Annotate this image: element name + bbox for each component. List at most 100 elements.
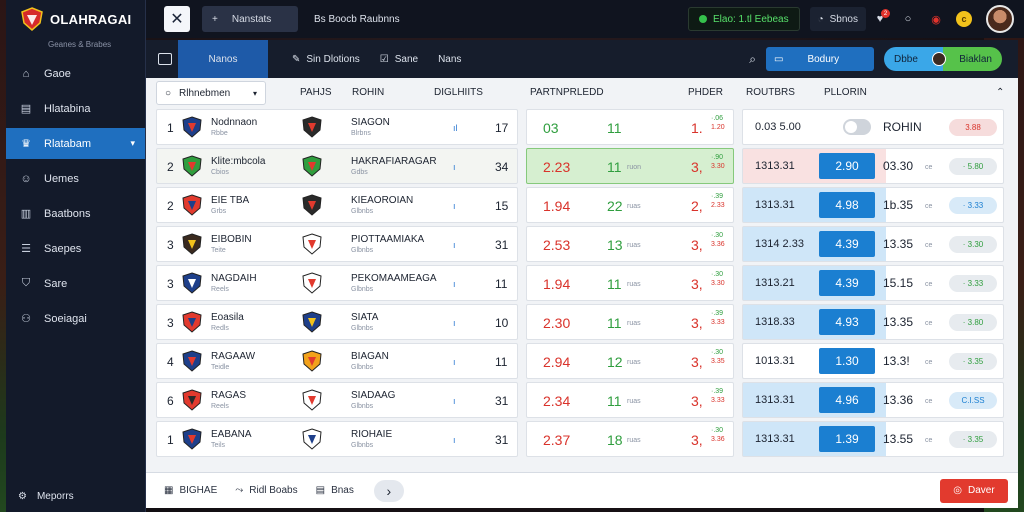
- sidebar-item[interactable]: ▥ Baatbons: [6, 198, 145, 229]
- footer-item-2[interactable]: ⤳ Ridl Boabs: [235, 485, 297, 496]
- result-cell[interactable]: 1313.31 4.96 13.36 ce C.I.SS: [742, 382, 1004, 418]
- table-row[interactable]: 2 Klite:mbcola Cbios HAKRAFIARAGAR Gdbs …: [146, 147, 1018, 186]
- score-value: 1314 2.33: [755, 238, 804, 250]
- match-cell[interactable]: 1 Nodnnaon Rbbe SIAGON Blrbns ıl 17: [156, 109, 518, 145]
- match-cell[interactable]: 6 RAGAS Reels SIADAAG Glbnbs ı 31: [156, 382, 518, 418]
- odds-away-down: 3.33: [711, 397, 725, 404]
- result-cell[interactable]: 1313.31 1.39 13.55 ce · 3.35: [742, 421, 1004, 457]
- tab-nans[interactable]: Nans: [428, 40, 471, 78]
- sidebar-item[interactable]: ⛉ Sare: [6, 268, 145, 299]
- status-badge[interactable]: · 3.35: [949, 353, 997, 370]
- toggle-switch[interactable]: [843, 119, 871, 135]
- column-header[interactable]: ROHIN: [352, 87, 384, 98]
- column-header[interactable]: ROUTBRS: [746, 87, 795, 98]
- sidebar-item[interactable]: ▤ Hlatabina: [6, 93, 145, 124]
- sidebar-item[interactable]: ☺ Uemes: [6, 163, 145, 194]
- table-row[interactable]: 3 EIBOBIN Teite PIOTTAAMIAKA Glbnbs ı 31…: [146, 225, 1018, 264]
- odds-cell[interactable]: 03 11 1. ·.06 1.20: [526, 109, 734, 145]
- top-tab[interactable]: + Nanstats: [202, 6, 298, 32]
- match-cell[interactable]: 3 EIBOBIN Teite PIOTTAAMIAKA Glbnbs ı 31: [156, 226, 518, 262]
- result-cell[interactable]: 1313.31 2.90 03.30 ce · 5.80: [742, 148, 1004, 184]
- table-row[interactable]: 4 RAGAAW Teidle BIAGAN Glbnbs ı 11 2.94 …: [146, 342, 1018, 381]
- status-badge[interactable]: · 3.35: [949, 431, 997, 448]
- table-row[interactable]: 3 NAGDAIH Reels PEKOMAAMEAGA Glbnbs ı 11…: [146, 264, 1018, 303]
- danger-button[interactable]: ◎ Daver: [940, 478, 1008, 503]
- user-pill[interactable]: Dbbe Biaklan: [884, 47, 1002, 71]
- result-cell[interactable]: 1013.31 1.30 13.3! ce · 3.35: [742, 343, 1004, 379]
- live-status[interactable]: Elao: 1.tl Eebeas: [687, 7, 800, 31]
- footer-item-3[interactable]: ▤ Bnas: [316, 485, 354, 496]
- status-badge[interactable]: · 5.80: [949, 158, 997, 175]
- status-badge[interactable]: · 3.80: [949, 314, 997, 331]
- coins-button[interactable]: c: [950, 7, 978, 31]
- match-cell[interactable]: 3 Eoasila Redls SIATA Glbnbs ı 10: [156, 304, 518, 340]
- app-logo-icon[interactable]: ✕: [164, 6, 190, 32]
- footer-item-1[interactable]: ▦ BIGHAE: [164, 485, 217, 496]
- status-badge[interactable]: C.I.SS: [949, 392, 997, 409]
- brand[interactable]: OLAHRAGAI: [6, 0, 145, 31]
- table-row[interactable]: 1 Nodnnaon Rbbe SIAGON Blrbns ıl 17 03 1…: [146, 108, 1018, 147]
- price-button[interactable]: 4.93: [819, 309, 875, 335]
- sidebar-item[interactable]: ♛ Rlatabam ▾: [6, 128, 145, 159]
- search-input[interactable]: ▭ Bodury: [766, 47, 874, 71]
- messages-button[interactable]: ♥ 2: [866, 7, 894, 31]
- tab-sane[interactable]: ☑ Sane: [370, 40, 428, 78]
- search-icon[interactable]: ⌕: [749, 52, 766, 67]
- odds-cell[interactable]: 2.34 11 ruas 3, ·.39 3.33: [526, 382, 734, 418]
- result-cell[interactable]: 1314 2.33 4.39 13.35 ce · 3.30: [742, 226, 1004, 262]
- collapse-icon[interactable]: ⌃: [996, 87, 1004, 98]
- status-badge[interactable]: 3.88: [949, 119, 997, 136]
- result-cell[interactable]: 1313.21 4.39 15.15 ce · 3.33: [742, 265, 1004, 301]
- sidebar-item[interactable]: ⚇ Soeiagai: [6, 303, 145, 334]
- result-cell[interactable]: 1318.33 4.93 13.35 ce · 3.80: [742, 304, 1004, 340]
- result-cell[interactable]: 1313.31 4.98 1b.35 ce · 3.33: [742, 187, 1004, 223]
- user-avatar[interactable]: [986, 5, 1014, 33]
- match-cell[interactable]: 2 Klite:mbcola Cbios HAKRAFIARAGAR Gdbs …: [156, 148, 518, 184]
- table-header: ○ Rlhnebmen ▾ PAHJS ROHIN DIGLHIITS PART…: [146, 78, 1018, 108]
- column-header[interactable]: PARTNPRLEDD: [530, 87, 604, 98]
- notifications-button[interactable]: ◔ Sbnos: [809, 7, 866, 31]
- match-cell[interactable]: 4 RAGAAW Teidle BIAGAN Glbnbs ı 11: [156, 343, 518, 379]
- price-button[interactable]: 4.39: [819, 270, 875, 296]
- alert-button[interactable]: ◉: [922, 7, 950, 31]
- column-header[interactable]: PLLORIN: [824, 87, 867, 98]
- checkbox-icon[interactable]: [158, 53, 172, 65]
- sidebar-item[interactable]: ⌂ Gaoe: [6, 58, 145, 89]
- odds-cell[interactable]: 1.94 22 ruas 2, ·.39 2.33: [526, 187, 734, 223]
- price-button[interactable]: 2.90: [819, 153, 875, 179]
- odds-cell[interactable]: 1.94 11 ruas 3, ·.30 3.30: [526, 265, 734, 301]
- match-cell[interactable]: 2 EIE TBA Grbs KIEAOROIAN Glbnbs ı 15: [156, 187, 518, 223]
- odds-away-up: ·.30: [711, 232, 724, 239]
- table-row[interactable]: 2 EIE TBA Grbs KIEAOROIAN Glbnbs ı 15 1.…: [146, 186, 1018, 225]
- table-row[interactable]: 3 Eoasila Redls SIATA Glbnbs ı 10 2.30 1…: [146, 303, 1018, 342]
- match-cell[interactable]: 1 EABANA Teils RIOHAIE Glbnbs ı 31: [156, 421, 518, 457]
- column-header[interactable]: PHDER: [688, 87, 723, 98]
- next-button[interactable]: ›: [373, 479, 404, 502]
- odds-cell[interactable]: 2.53 13 ruas 3, ·.30 3.36: [526, 226, 734, 262]
- team2-sub: Glbnbs: [351, 442, 374, 449]
- odds-cell[interactable]: 2.23 11 ruon 3, ·.90 3.30: [526, 148, 734, 184]
- price-button[interactable]: 1.39: [819, 426, 875, 452]
- price-button[interactable]: 4.39: [819, 231, 875, 257]
- sidebar-footer-item[interactable]: ⚙ Meporrs: [18, 491, 74, 502]
- price-button[interactable]: 4.96: [819, 387, 875, 413]
- status-badge[interactable]: · 3.33: [949, 275, 997, 292]
- match-cell[interactable]: 3 NAGDAIH Reels PEKOMAAMEAGA Glbnbs ı 11: [156, 265, 518, 301]
- status-badge[interactable]: · 3.33: [949, 197, 997, 214]
- filter-dropdown[interactable]: ○ Rlhnebmen ▾: [156, 81, 266, 105]
- odds-cell[interactable]: 2.30 11 ruas 3, ·.39 3.33: [526, 304, 734, 340]
- price-button[interactable]: 4.98: [819, 192, 875, 218]
- column-header[interactable]: PAHJS: [300, 87, 332, 98]
- price-button[interactable]: 1.30: [819, 348, 875, 374]
- search-button[interactable]: ○: [894, 7, 922, 31]
- tab-dlotions[interactable]: ✎ Sin Dlotions: [282, 40, 370, 78]
- column-header[interactable]: DIGLHIITS: [434, 87, 483, 98]
- result-cell[interactable]: 0.03 5.00 ROHIN 3.88: [742, 109, 1004, 145]
- odds-cell[interactable]: 2.94 12 ruas 3, ·.30 3.35: [526, 343, 734, 379]
- table-row[interactable]: 6 RAGAS Reels SIADAAG Glbnbs ı 31 2.34 1…: [146, 381, 1018, 420]
- odds-cell[interactable]: 2.37 18 ruas 3, ·.30 3.36: [526, 421, 734, 457]
- sidebar-item[interactable]: ☰ Saepes: [6, 233, 145, 264]
- status-badge[interactable]: · 3.30: [949, 236, 997, 253]
- table-row[interactable]: 1 EABANA Teils RIOHAIE Glbnbs ı 31 2.37 …: [146, 420, 1018, 459]
- tab-active[interactable]: Nanos: [178, 40, 268, 78]
